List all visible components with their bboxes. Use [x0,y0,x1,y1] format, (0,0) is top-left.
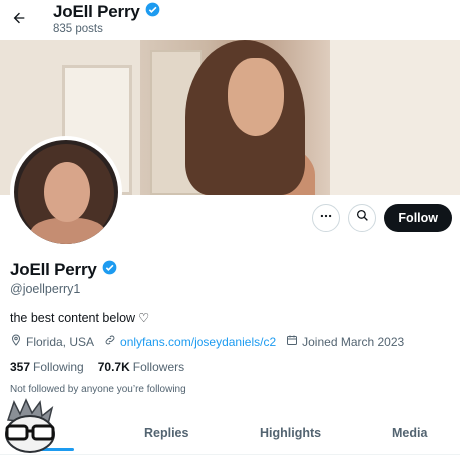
tabs-divider [0,454,460,455]
glasses-mascot-icon [0,398,60,454]
followers-stat[interactable]: 70.7K Followers [98,360,184,374]
location-text: Florida, USA [26,334,95,349]
display-name: JoEll Perry [10,260,97,279]
heart-symbol: ♡ [138,311,150,325]
joined-text: Joined March 2023 [302,334,405,349]
top-bar: JoEll Perry 835 posts [0,0,460,38]
link-icon [104,334,116,349]
profile-actions: Follow [312,204,452,232]
following-stat[interactable]: 357 Following [10,360,84,374]
post-count: 835 posts [53,23,103,35]
website-item: onlyfans.com/joseydaniels/c2 [104,334,276,349]
avatar[interactable] [10,136,122,248]
follow-stats: 357 Following 70.7K Followers [10,360,184,374]
website-link[interactable]: onlyfans.com/joseydaniels/c2 [120,335,276,349]
bio-text: the best content below [10,310,136,325]
user-handle: @joellperry1 [10,282,81,296]
tab-media[interactable]: Media [392,426,427,440]
joined-item: Joined March 2023 [286,334,404,349]
bio: the best content below ♡ [10,310,150,326]
followers-label: Followers [132,360,185,374]
more-button[interactable] [312,204,341,232]
verified-badge-icon [102,260,117,280]
location-item: Florida, USA [10,334,94,349]
search-icon [356,209,369,227]
back-arrow-icon[interactable] [8,7,30,29]
followers-count: 70.7K [97,360,130,374]
following-label: Following [33,360,84,374]
not-followed-note: Not followed by anyone you’re following [10,384,186,395]
profile-meta: Florida, USA onlyfans.com/joseydaniels/c… [10,334,414,349]
verified-badge-icon [145,2,160,22]
header-name-row: JoEll Perry [53,2,160,22]
search-button[interactable] [348,204,377,232]
tab-replies[interactable]: Replies [144,426,188,440]
more-icon [319,209,333,228]
calendar-icon [286,334,298,349]
following-count: 357 [10,360,31,374]
display-name-row: JoEll Perry [10,260,117,280]
tab-highlights[interactable]: Highlights [260,426,321,440]
location-pin-icon [10,334,22,349]
follow-button[interactable]: Follow [384,204,452,232]
header-name: JoEll Perry [53,2,140,21]
